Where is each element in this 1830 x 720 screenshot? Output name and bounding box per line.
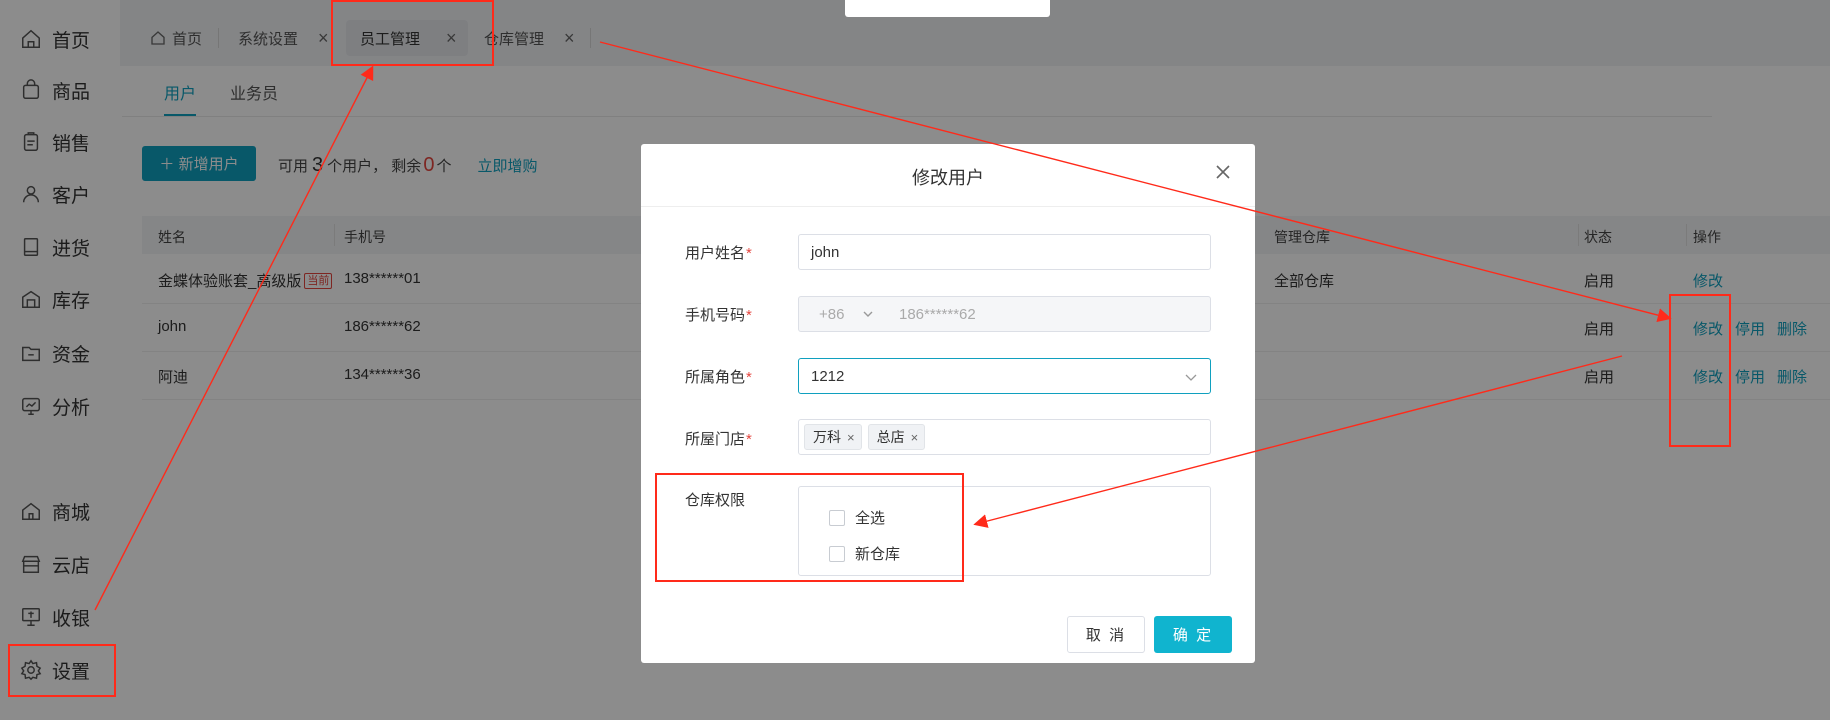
phone-value: 186******62 [899,305,976,323]
role-label: 所属角色* [685,369,752,386]
toast-placeholder [845,0,1050,17]
chevron-down-icon [1185,374,1197,381]
phone-input[interactable]: +86 186******62 [798,296,1211,332]
dialog-title: 修改用户 [912,168,984,188]
edit-user-dialog: 修改用户 用户姓名* john 手机号码* +86 186******62 所属… [641,144,1255,663]
role-select[interactable]: 1212 [798,358,1211,394]
store-tag: 总店 × [867,424,926,450]
annotation-box-settings [8,644,116,697]
country-code-select[interactable]: +86 [799,306,899,323]
confirm-button[interactable]: 确 定 [1154,616,1232,653]
store-tag: 万科 × [804,424,862,450]
cancel-button[interactable]: 取 消 [1067,616,1145,653]
store-select[interactable]: 万科 × 总店 × [798,419,1211,455]
phone-label: 手机号码* [685,307,752,324]
close-icon[interactable] [1211,160,1235,184]
close-icon[interactable]: × [911,430,919,445]
annotation-box-warehouse [655,473,964,582]
close-icon[interactable]: × [847,430,855,445]
username-label: 用户姓名* [685,245,752,262]
dialog-divider [641,206,1255,207]
annotation-box-edit [1669,294,1731,447]
store-label: 所屋门店* [685,431,752,448]
chevron-down-icon [863,311,873,317]
annotation-box-tab [331,0,494,66]
username-input[interactable]: john [798,234,1211,270]
role-value: 1212 [811,367,845,385]
